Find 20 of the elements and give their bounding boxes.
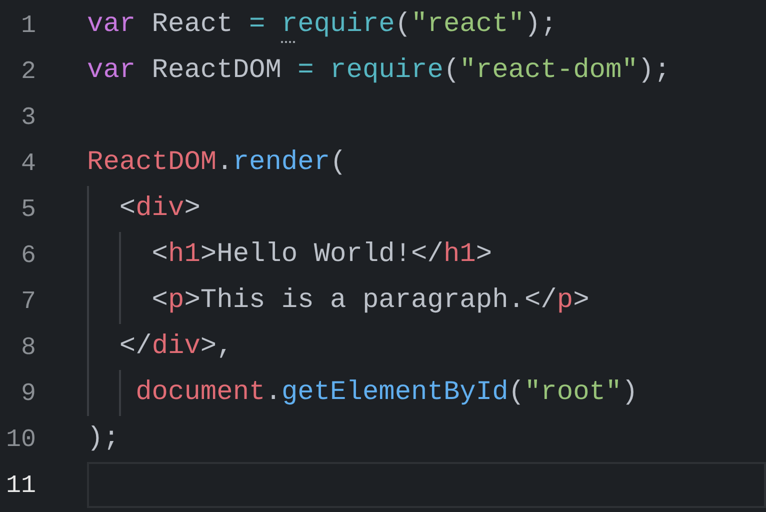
line-number: 8 (20, 334, 36, 360)
code-line: var React = require("react"); (87, 9, 557, 42)
line-number: 11 (6, 472, 36, 498)
line-number: 3 (20, 104, 36, 130)
line-number: 5 (20, 196, 36, 222)
code-line: <h1>Hello World!</h1> (150, 239, 492, 272)
code-line: <div> (118, 193, 200, 226)
line-number: 9 (20, 380, 36, 406)
code-line: ); (87, 423, 120, 456)
line-number: 10 (6, 426, 36, 452)
code-line: document.getElementById("root") (134, 377, 638, 410)
line-number: 4 (20, 150, 36, 176)
line-number: 2 (20, 58, 36, 84)
code-line: </div>, (118, 331, 233, 364)
line-number: 1 (20, 12, 36, 38)
code-line: ReactDOM.render( (87, 147, 346, 180)
code-line: <p>This is a paragraph.</p> (150, 285, 590, 318)
line-number: 6 (20, 242, 36, 268)
line-number: 7 (20, 288, 36, 314)
code-line: var ReactDOM = require("react-dom"); (87, 55, 670, 88)
